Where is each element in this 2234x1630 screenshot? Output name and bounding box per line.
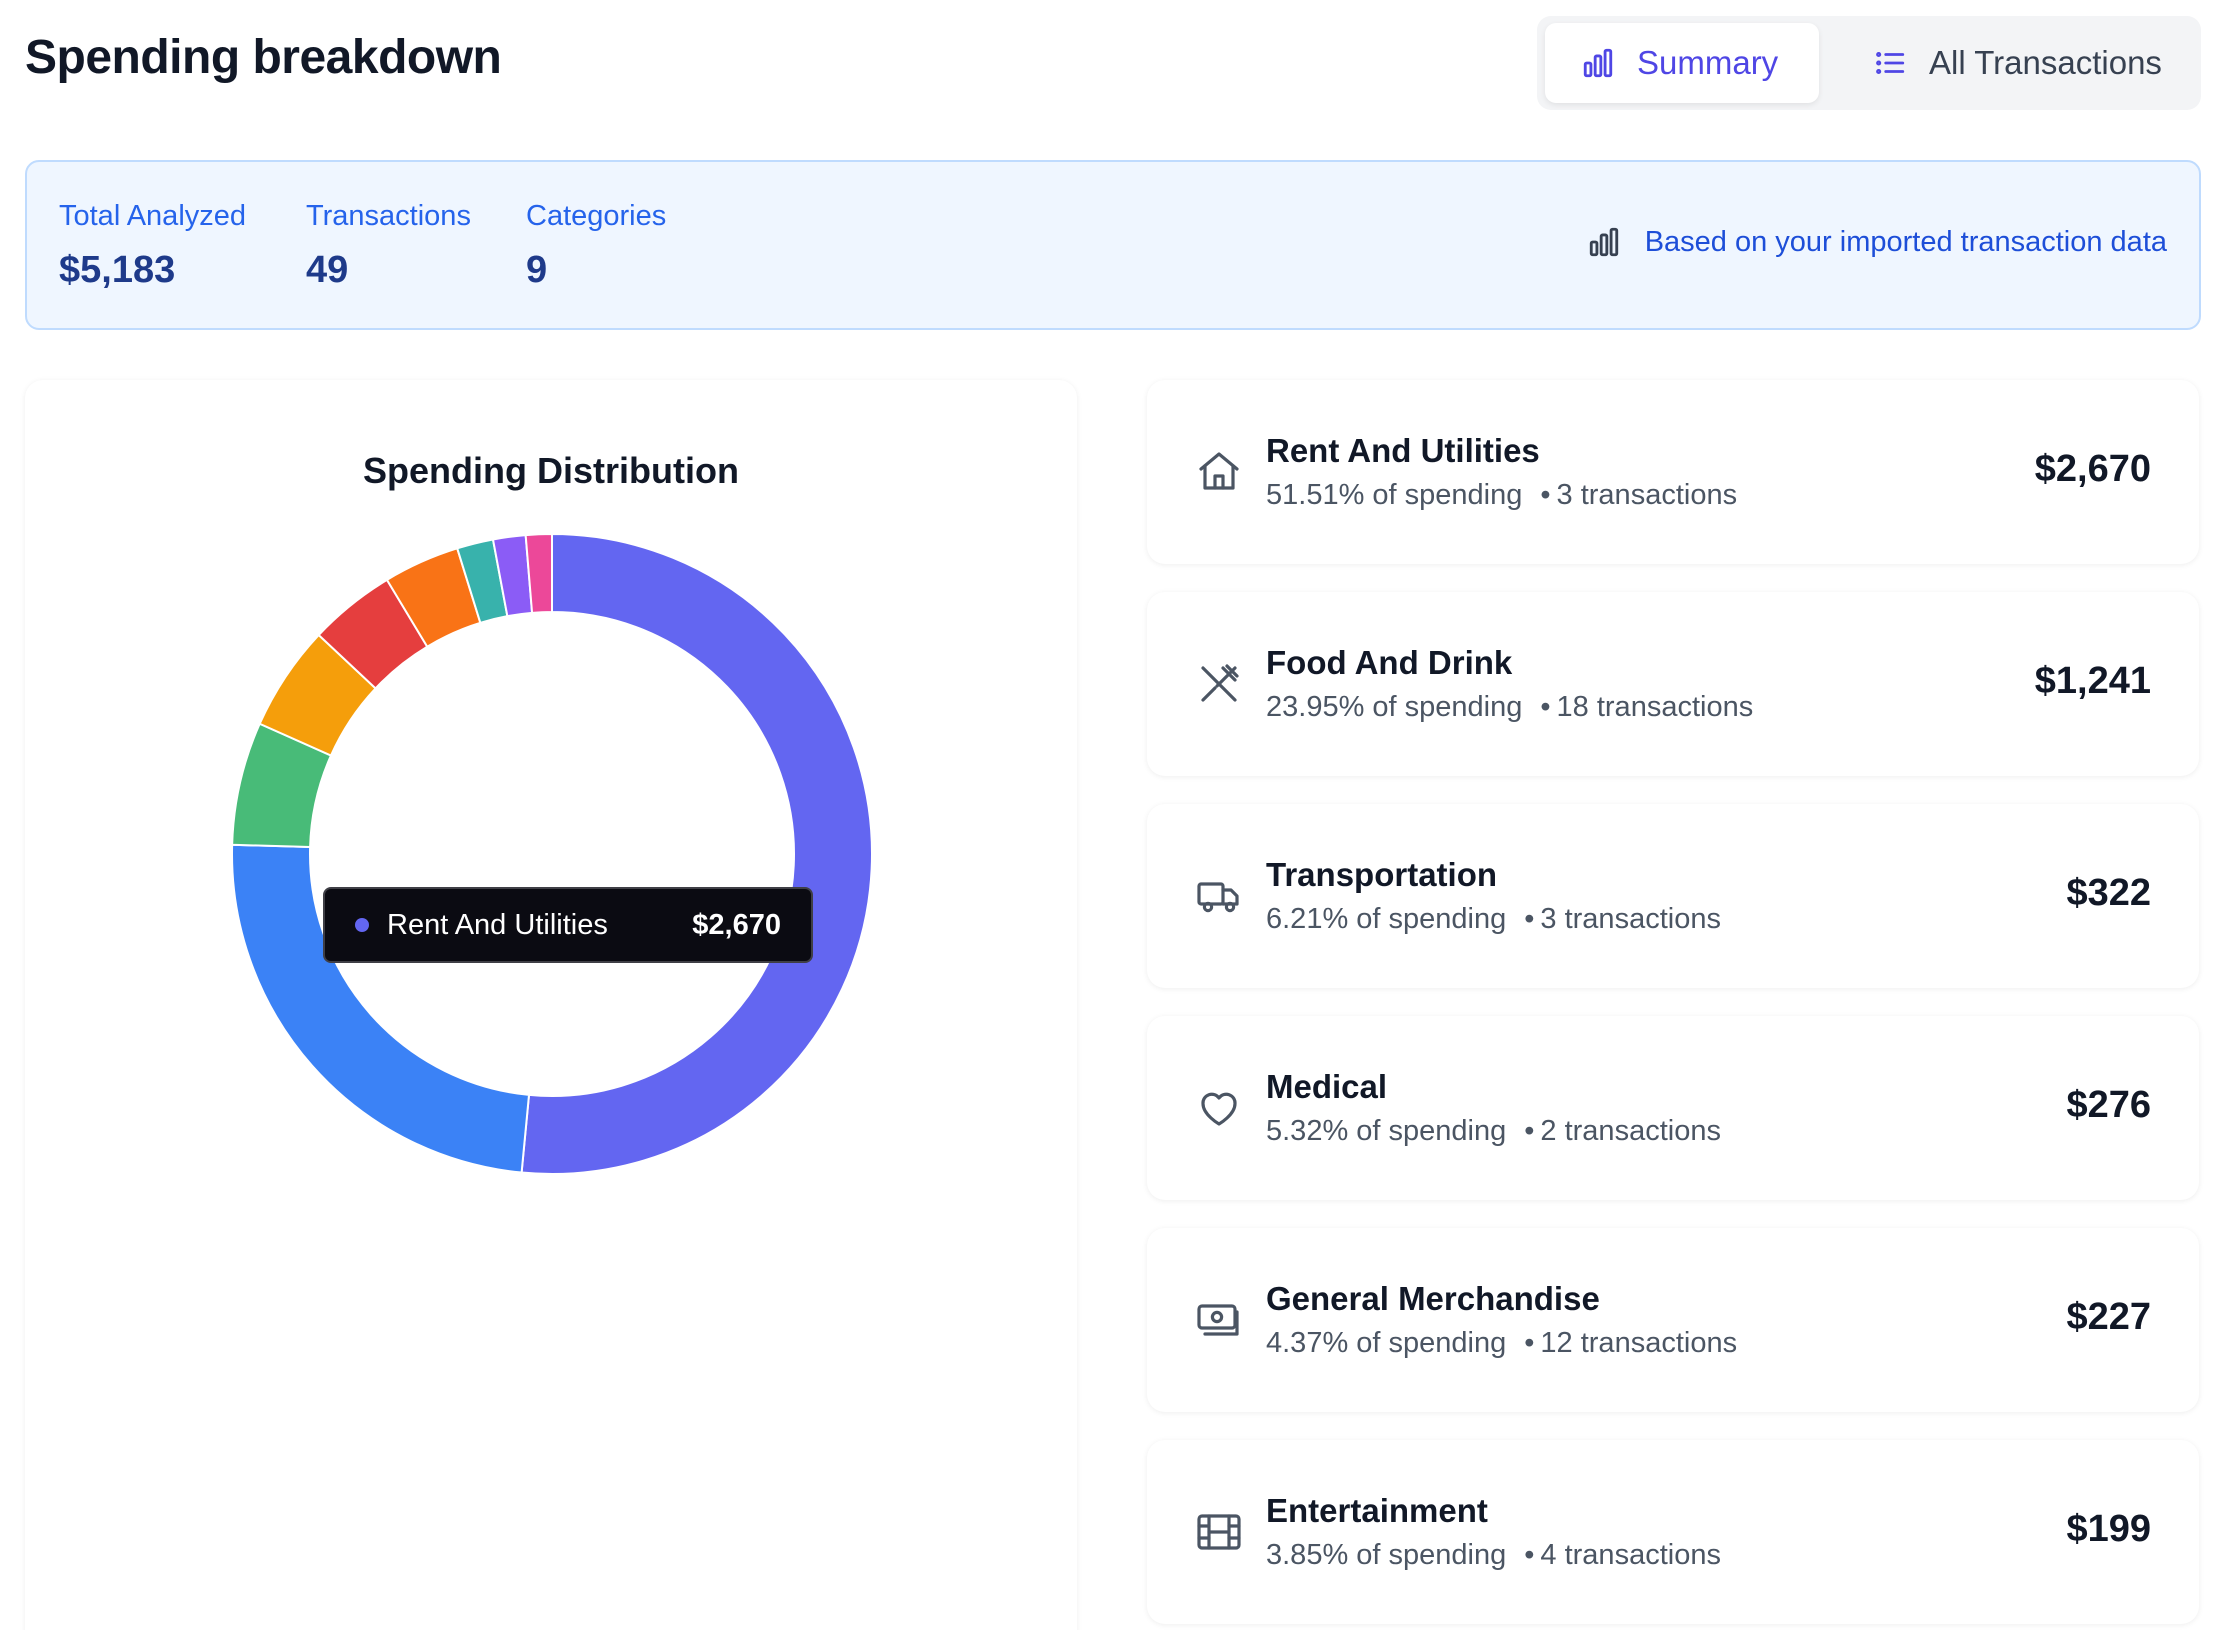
heart-icon <box>1201 1092 1237 1126</box>
stat-categories: Categories 9 <box>526 200 666 292</box>
category-percent: 3.85% of spending <box>1266 1539 1507 1571</box>
banner-note: Based on your imported transaction data <box>1587 225 2167 259</box>
category-name: General Merchandise <box>1266 1280 1600 1317</box>
category-percent: 4.37% of spending <box>1266 1327 1507 1359</box>
stats-banner: Total Analyzed $5,183 Transactions 49 Ca… <box>25 160 2201 330</box>
category-card-entertainment[interactable]: Entertainment 3.85% of spending • 4 transa… <box>1147 1440 2199 1624</box>
donut-slice[interactable] <box>520 532 874 1175</box>
chart-tooltip: Rent And Utilities $2,670 <box>323 887 813 963</box>
separator-dot: • <box>1524 903 1535 935</box>
category-amount: $2,670 <box>2034 448 2151 490</box>
stat-categories-label: Categories <box>526 200 667 232</box>
category-amount: $1,241 <box>2034 660 2151 702</box>
stat-categories-value: 9 <box>526 249 548 291</box>
category-amount: $276 <box>2066 1084 2151 1126</box>
category-card-rent-and-utilities[interactable]: Rent And Utilities 51.51% of spending • 3 … <box>1147 380 2199 564</box>
view-toggle: Summary All Transactions <box>1537 16 2201 110</box>
category-transactions: 4 transactions <box>1540 1539 1721 1571</box>
separator-dot: • <box>1524 1539 1535 1571</box>
stat-total-label: Total Analyzed <box>59 200 247 232</box>
donut-chart[interactable] <box>25 380 1077 1630</box>
stat-total-value: $5,183 <box>59 249 176 291</box>
separator-dot: • <box>1524 1115 1535 1147</box>
banner-note-text: Based on your imported transaction data <box>1644 225 2167 258</box>
tab-all-transactions-label: All Transactions <box>1929 44 2162 81</box>
stat-total: Total Analyzed $5,183 <box>59 200 246 292</box>
category-percent: 23.95% of spending <box>1266 691 1523 723</box>
category-name: Rent And Utilities <box>1266 432 1540 469</box>
category-name: Medical <box>1266 1068 1388 1105</box>
utensils-icon <box>1201 664 1239 702</box>
tab-summary[interactable]: Summary <box>1545 23 1819 103</box>
tab-all-transactions[interactable]: All Transactions <box>1837 23 2187 103</box>
category-card-general-merchandise[interactable]: General Merchandise 4.37% of spending • 12… <box>1147 1228 2199 1412</box>
stat-transactions-value: 49 <box>306 249 349 291</box>
category-amount: $322 <box>2066 872 2151 914</box>
category-meta: 4.37% of spending • 12 transactions <box>1266 1327 1737 1360</box>
film-icon <box>1197 1514 1241 1550</box>
category-meta: 6.21% of spending • 3 transactions <box>1266 903 1721 936</box>
category-percent: 6.21% of spending <box>1266 903 1507 935</box>
category-amount: $199 <box>2066 1508 2151 1550</box>
chart-card: Spending Distribution Rent And Utilities… <box>25 380 1077 1630</box>
banknote-icon <box>1197 1304 1239 1336</box>
category-transactions: 3 transactions <box>1556 479 1738 511</box>
tab-summary-label: Summary <box>1637 44 1779 81</box>
category-amount: $227 <box>2066 1296 2151 1338</box>
category-meta: 3.85% of spending • 4 transactions <box>1266 1539 1721 1572</box>
category-name: Food And Drink <box>1266 644 1513 681</box>
separator-dot: • <box>1524 1327 1535 1359</box>
category-meta: 51.51% of spending • 3 transactions <box>1266 479 1737 512</box>
list-icon <box>1876 51 1905 75</box>
category-card-medical[interactable]: Medical 5.32% of spending • 2 transactions… <box>1147 1016 2199 1200</box>
bar-chart-icon <box>1589 227 1618 257</box>
category-name: Transportation <box>1266 856 1498 893</box>
tooltip-color-dot <box>355 918 369 932</box>
tooltip-label: Rent And Utilities <box>387 908 608 941</box>
category-card-food-and-drink[interactable]: Food And Drink 23.95% of spending • 18 tra… <box>1147 592 2199 776</box>
category-transactions: 18 transactions <box>1556 691 1754 723</box>
category-name: Entertainment <box>1266 1492 1488 1529</box>
bar-chart-icon <box>1583 48 1613 78</box>
stat-transactions-label: Transactions <box>306 200 471 232</box>
category-transactions: 3 transactions <box>1540 903 1721 935</box>
separator-dot: • <box>1540 691 1551 723</box>
truck-icon <box>1197 882 1239 913</box>
separator-dot: • <box>1540 479 1551 511</box>
category-meta: 23.95% of spending • 18 transactions <box>1266 691 1753 724</box>
category-transactions: 2 transactions <box>1540 1115 1721 1147</box>
home-icon <box>1199 452 1239 490</box>
category-transactions: 12 transactions <box>1540 1327 1738 1359</box>
category-meta: 5.32% of spending • 2 transactions <box>1266 1115 1721 1148</box>
page-title: Spending breakdown <box>25 31 502 84</box>
category-percent: 51.51% of spending <box>1266 479 1523 511</box>
category-card-transportation[interactable]: Transportation 6.21% of spending • 3 trans… <box>1147 804 2199 988</box>
category-percent: 5.32% of spending <box>1266 1115 1507 1147</box>
stat-transactions: Transactions 49 <box>306 200 471 292</box>
tooltip-value: $2,670 <box>692 908 781 941</box>
